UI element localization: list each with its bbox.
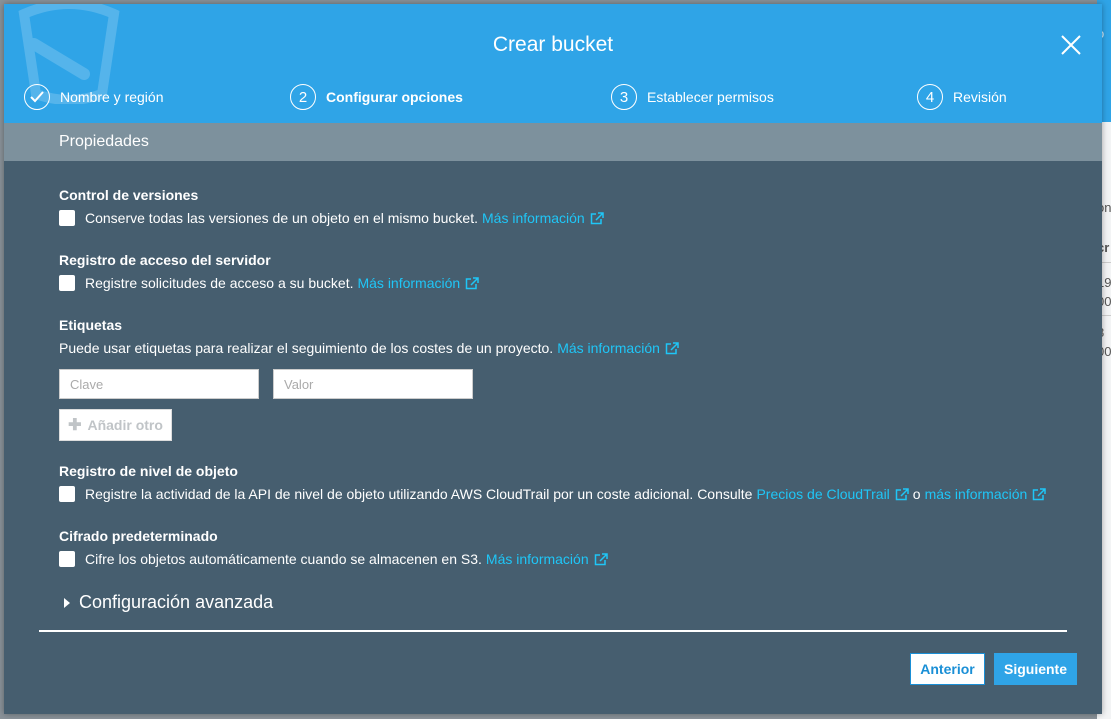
encryption-row: Cifre los objetos automáticamente cuando… (59, 551, 608, 567)
external-link-icon (465, 276, 479, 289)
access-logging-checkbox[interactable] (59, 275, 75, 291)
footer-divider (39, 630, 1067, 632)
add-tag-label: Añadir otro (87, 417, 163, 433)
external-link-icon (665, 341, 679, 354)
link-label: más información (924, 486, 1028, 502)
step-number: 3 (611, 84, 637, 110)
properties-section-bar: Propiedades (4, 123, 1102, 161)
link-label: Más información (482, 210, 585, 226)
advanced-settings-toggle[interactable]: Configuración avanzada (64, 592, 273, 613)
tags-more-info-link[interactable]: Más información (557, 340, 679, 356)
step-number: 4 (917, 84, 943, 110)
object-logging-text: Registre la actividad de la API de nivel… (85, 486, 753, 502)
section-title: Propiedades (59, 133, 149, 150)
add-tag-button[interactable]: ✚ Añadir otro (59, 409, 172, 441)
object-logging-connector: o (912, 486, 921, 502)
object-logging-checkbox[interactable] (59, 486, 75, 502)
object-logging-title: Registro de nivel de objeto (59, 463, 238, 479)
next-button[interactable]: Siguiente (994, 653, 1077, 685)
versioning-title: Control de versiones (59, 187, 199, 203)
versioning-text: Conserve todas las versiones de un objet… (85, 210, 478, 226)
dialog-title: Crear bucket (492, 33, 614, 56)
tags-title: Etiquetas (59, 317, 123, 333)
step-label: Nombre y región (60, 89, 164, 105)
access-logging-more-info-link[interactable]: Más información (357, 275, 479, 291)
tag-value-input[interactable] (273, 369, 473, 399)
check-circle-icon (24, 84, 50, 110)
link-label: Más información (485, 551, 589, 567)
external-link-icon (590, 211, 604, 224)
previous-button[interactable]: Anterior (910, 653, 985, 685)
encryption-more-info-link[interactable]: Más información (486, 551, 608, 567)
tags-text: Puede usar etiquetas para realizar el se… (59, 340, 554, 356)
versioning-row: Conserve todas las versiones de un objet… (59, 210, 604, 226)
step-label: Revisión (953, 89, 1007, 105)
versioning-checkbox[interactable] (59, 210, 75, 226)
step-configure-options: 2 Configurar opciones (290, 84, 463, 110)
step-set-permissions: 3 Establecer permisos (611, 84, 774, 110)
step-number: 2 (290, 84, 316, 110)
access-logging-text: Registre solicitudes de acceso a su buck… (85, 275, 354, 291)
external-link-icon (594, 552, 608, 565)
access-logging-title: Registro de acceso del servidor (59, 252, 271, 268)
create-bucket-dialog: Crear bucket Nombre y región 2 Configura… (4, 4, 1102, 714)
close-icon[interactable] (1060, 34, 1082, 56)
step-name-region: Nombre y región (24, 84, 164, 110)
external-link-icon (895, 487, 909, 500)
object-logging-row: Registre la actividad de la API de nivel… (59, 486, 1047, 502)
external-link-icon (1033, 487, 1047, 500)
cloudtrail-pricing-link[interactable]: Precios de CloudTrail (756, 486, 909, 502)
tags-description-row: Puede usar etiquetas para realizar el se… (59, 340, 679, 356)
plus-icon: ✚ (68, 417, 82, 434)
step-review: 4 Revisión (917, 84, 1007, 110)
encryption-checkbox[interactable] (59, 551, 75, 567)
step-label: Establecer permisos (647, 89, 774, 105)
access-logging-row: Registre solicitudes de acceso a su buck… (59, 275, 479, 291)
advanced-settings-label: Configuración avanzada (79, 592, 274, 612)
tag-key-input[interactable] (59, 369, 259, 399)
step-label: Configurar opciones (326, 89, 463, 105)
dialog-header: Crear bucket Nombre y región 2 Configura… (4, 4, 1102, 123)
versioning-more-info-link[interactable]: Más información (482, 210, 604, 226)
encryption-text: Cifre los objetos automáticamente cuando… (85, 551, 482, 567)
link-label: Precios de CloudTrail (756, 486, 890, 502)
encryption-title: Cifrado predeterminado (59, 528, 218, 544)
object-logging-more-info-link[interactable]: más información (925, 486, 1047, 502)
caret-right-icon (64, 597, 70, 608)
link-label: Más información (357, 275, 461, 291)
link-label: Más información (557, 340, 660, 356)
